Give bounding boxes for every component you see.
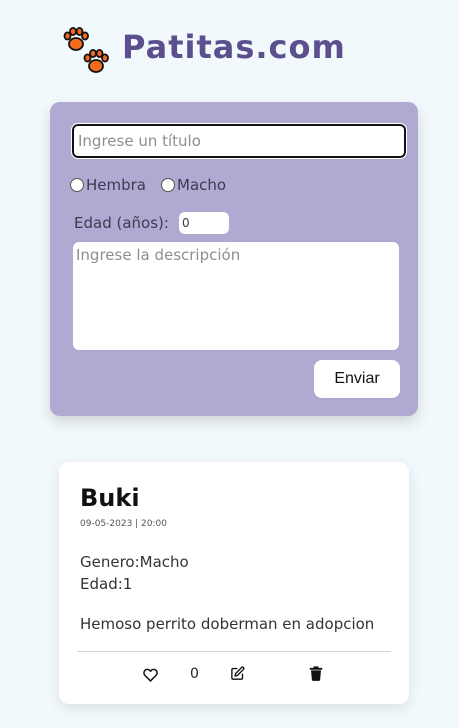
like-button[interactable] xyxy=(143,667,159,683)
gender-radio-group: Hembra Macho xyxy=(70,176,241,194)
radio-macho-label[interactable]: Macho xyxy=(177,176,226,194)
age-input[interactable]: 0 xyxy=(178,212,229,234)
post-date: 09-05-2023 | 20:00 xyxy=(80,519,167,529)
logo-text: Patitas.com xyxy=(122,28,346,66)
heart-icon xyxy=(143,668,158,682)
radio-hembra[interactable] xyxy=(70,178,84,192)
new-post-form: Hembra Macho Edad (años): 0 Enviar xyxy=(50,102,418,416)
radio-macho[interactable] xyxy=(161,178,175,192)
send-button[interactable]: Enviar xyxy=(314,360,400,398)
post-card: Buki 09-05-2023 | 20:00 Genero:Macho Eda… xyxy=(59,462,409,704)
age-row: Edad (años): 0 xyxy=(74,212,229,234)
delete-button[interactable] xyxy=(309,666,325,682)
description-input[interactable] xyxy=(73,242,399,350)
edit-button[interactable] xyxy=(230,666,246,682)
post-age: Edad:1 xyxy=(80,575,133,593)
radio-hembra-label[interactable]: Hembra xyxy=(86,176,146,194)
age-label: Edad (años): xyxy=(74,214,169,232)
post-gender: Genero:Macho xyxy=(80,553,189,571)
trash-icon xyxy=(309,666,323,681)
paw-icon xyxy=(62,26,112,76)
edit-icon xyxy=(231,666,245,680)
logo: Patitas.com xyxy=(62,26,345,76)
like-count: 0 xyxy=(190,666,199,682)
post-title: Buki xyxy=(80,484,140,512)
title-input[interactable] xyxy=(71,123,407,159)
post-description: Hemoso perrito doberman en adopcion xyxy=(80,615,375,633)
divider xyxy=(77,651,391,652)
